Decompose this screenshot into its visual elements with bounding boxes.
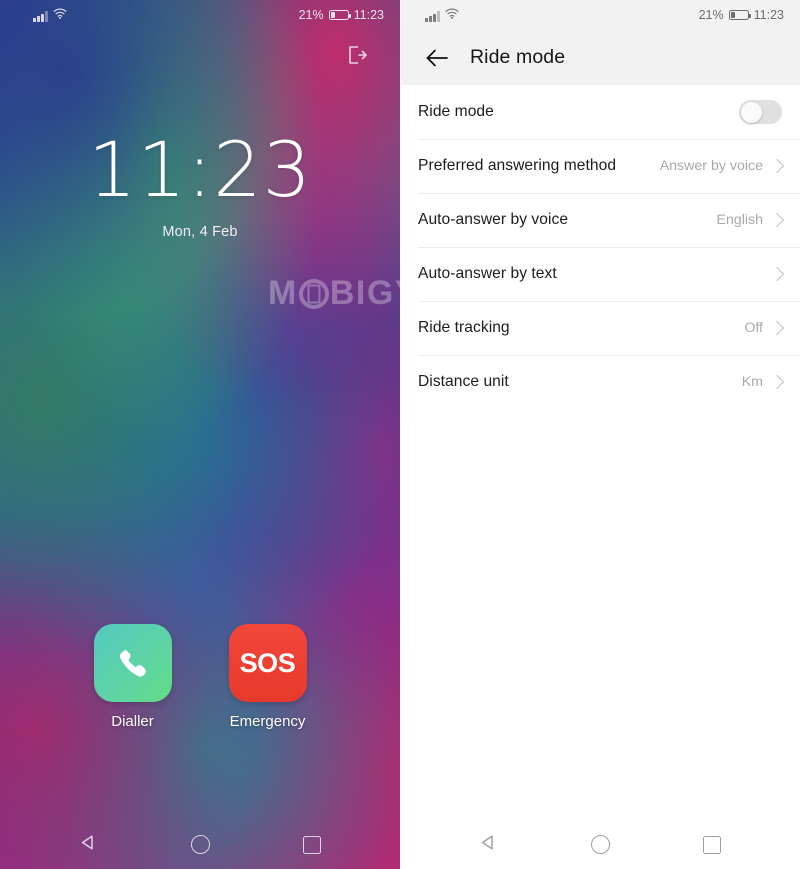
lockscreen-panel: 21% 11:23 11:23 Mon, 4 Feb Dialler SOS E… (0, 0, 400, 869)
signal-bars-icon (425, 11, 440, 22)
battery-percent-label: 21% (698, 8, 724, 22)
dock-app-label: Emergency (229, 713, 306, 730)
setting-row-distance-unit[interactable]: Distance unit Km (418, 355, 800, 409)
back-triangle-icon (479, 833, 498, 857)
statusbar-time: 11:23 (353, 8, 384, 22)
wifi-icon (52, 8, 67, 22)
setting-row-ride-mode[interactable]: Ride mode (418, 85, 800, 139)
clock-time: 11:23 (87, 125, 313, 214)
battery-icon (728, 9, 752, 21)
page-title: Ride mode (470, 46, 566, 68)
battery-icon (328, 9, 352, 21)
lockscreen-navbar (0, 820, 400, 869)
nav-home-button[interactable] (579, 824, 621, 866)
home-circle-icon (190, 835, 210, 854)
setting-value: English (716, 212, 763, 228)
nav-back-button[interactable] (67, 824, 109, 866)
wifi-icon (444, 8, 459, 22)
recents-square-icon (303, 835, 321, 854)
settings-list: Ride mode Preferred answering method Ans… (400, 85, 800, 409)
clock-date: Mon, 4 Feb (162, 224, 238, 240)
sos-text: SOS (239, 647, 296, 678)
dock-app-emergency[interactable]: SOS Emergency (224, 624, 312, 730)
chevron-right-icon (769, 374, 785, 390)
chevron-right-icon (769, 212, 785, 228)
setting-label: Auto-answer by voice (418, 211, 569, 228)
chevron-right-icon (769, 266, 785, 282)
toggle-knob (740, 101, 762, 123)
lockscreen-clock: 11:23 Mon, 4 Feb (0, 125, 400, 241)
nav-recents-button[interactable] (291, 824, 333, 866)
recents-square-icon (703, 835, 721, 854)
setting-value: Off (744, 320, 763, 336)
dock-app-dialler[interactable]: Dialler (89, 624, 177, 730)
lockscreen-dock: Dialler SOS Emergency (0, 624, 400, 730)
setting-label: Distance unit (418, 373, 509, 390)
setting-row-ride-tracking[interactable]: Ride tracking Off (418, 301, 800, 355)
setting-label: Preferred answering method (418, 157, 617, 174)
battery-percent-label: 21% (298, 8, 324, 22)
setting-value: Answer by voice (659, 158, 763, 174)
statusbar-time: 11:23 (753, 8, 784, 22)
sos-icon[interactable]: SOS (228, 624, 307, 702)
settings-status-bar: 21% 11:23 (400, 0, 800, 30)
nav-back-button[interactable] (467, 824, 509, 866)
setting-row-auto-answer-by-voice[interactable]: Auto-answer by voice English (418, 193, 800, 247)
setting-label: Ride mode (418, 103, 494, 120)
home-circle-icon (590, 835, 610, 854)
chevron-right-icon (769, 320, 785, 336)
ride-mode-toggle[interactable] (739, 100, 782, 124)
setting-label: Ride tracking (418, 319, 510, 336)
back-arrow-icon[interactable] (418, 39, 456, 77)
nav-home-button[interactable] (179, 824, 221, 866)
logout-icon[interactable] (340, 38, 374, 72)
panel-seam (400, 0, 401, 869)
nav-recents-button[interactable] (691, 824, 733, 866)
settings-appbar: Ride mode (400, 30, 800, 85)
screenshot-root: 21% 11:23 11:23 Mon, 4 Feb Dialler SOS E… (0, 0, 800, 869)
dock-app-label: Dialler (111, 713, 154, 730)
lockscreen-status-bar: 21% 11:23 (0, 0, 400, 30)
signal-bars-icon (33, 11, 48, 22)
back-triangle-icon (79, 833, 98, 857)
setting-row-preferred-answering-method[interactable]: Preferred answering method Answer by voi… (418, 139, 800, 193)
settings-panel: 21% 11:23 Ride mode Ride mode Preferred … (400, 0, 800, 869)
chevron-right-icon (769, 158, 785, 174)
settings-navbar (400, 820, 800, 869)
setting-row-auto-answer-by-text[interactable]: Auto-answer by text (418, 247, 800, 301)
setting-label: Auto-answer by text (418, 265, 557, 282)
phone-handset-icon[interactable] (93, 624, 172, 702)
setting-value: Km (741, 374, 763, 390)
